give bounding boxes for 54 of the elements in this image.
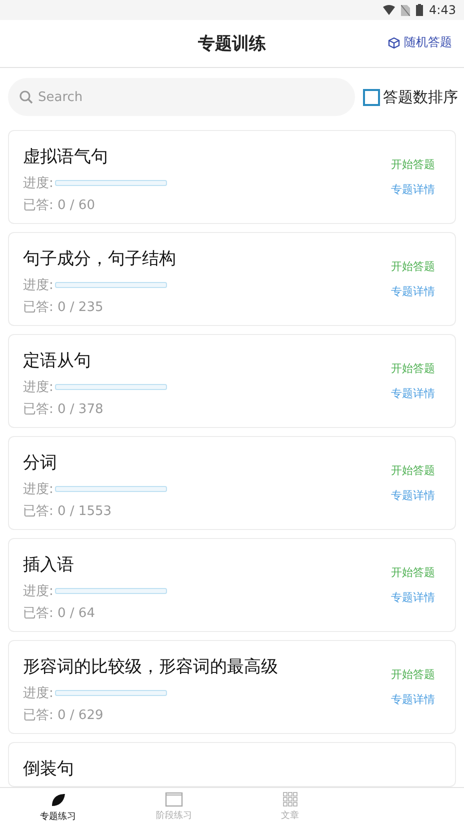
topic-details-link[interactable]: 专题详情 xyxy=(391,488,435,503)
answered-count: 已答: 0 / 378 xyxy=(23,401,104,418)
start-quiz-link[interactable]: 开始答题 xyxy=(391,667,435,682)
wifi-icon xyxy=(383,5,396,15)
topic-card[interactable]: 分词 进度: 已答: 0 / 1553 开始答题 专题详情 xyxy=(8,436,456,530)
start-quiz-link[interactable]: 开始答题 xyxy=(391,463,435,478)
random-quiz-button[interactable]: 随机答题 xyxy=(388,34,452,51)
nav-tab[interactable]: 专题练习 xyxy=(0,788,116,826)
progress-label: 进度: xyxy=(23,379,54,396)
search-field[interactable]: Search xyxy=(8,78,355,116)
grid-icon xyxy=(282,792,298,807)
topic-title: 倒装句 xyxy=(23,758,75,780)
clock-time: 4:43 xyxy=(429,3,456,17)
topic-card[interactable]: 虚拟语气句 进度: 已答: 0 / 60 开始答题 专题详情 xyxy=(8,130,456,224)
leaf-icon xyxy=(50,792,66,808)
answered-count: 已答: 0 / 235 xyxy=(23,299,104,316)
nav-tab[interactable]: 阶段练习 xyxy=(116,788,232,826)
progress-label: 进度: xyxy=(23,685,54,702)
topic-title: 分词 xyxy=(23,452,58,474)
progress-label: 进度: xyxy=(23,277,54,294)
start-quiz-link[interactable]: 开始答题 xyxy=(391,259,435,274)
topic-title: 形容词的比较级，形容词的最高级 xyxy=(23,656,279,678)
topic-card[interactable]: 插入语 进度: 已答: 0 / 64 开始答题 专题详情 xyxy=(8,538,456,632)
topic-card[interactable]: 形容词的比较级，形容词的最高级 进度: 已答: 0 / 629 开始答题 专题详情 xyxy=(8,640,456,734)
progress-label: 进度: xyxy=(23,481,54,498)
topic-details-link[interactable]: 专题详情 xyxy=(391,386,435,401)
topic-details-link[interactable]: 专题详情 xyxy=(391,284,435,299)
progress-label: 进度: xyxy=(23,583,54,600)
topic-card[interactable]: 句子成分，句子结构 进度: 已答: 0 / 235 开始答题 专题详情 xyxy=(8,232,456,326)
start-quiz-link[interactable]: 开始答题 xyxy=(391,565,435,580)
sort-label: 答题数排序 xyxy=(383,88,458,106)
cube-icon xyxy=(388,36,400,48)
topic-title: 虚拟语气句 xyxy=(23,146,109,168)
answered-count: 已答: 0 / 1553 xyxy=(23,503,113,520)
nav-tab[interactable]: 文章 xyxy=(232,788,348,826)
battery-icon xyxy=(416,4,424,16)
topic-details-link[interactable]: 专题详情 xyxy=(391,182,435,197)
topic-title: 句子成分，句子结构 xyxy=(23,248,177,270)
topic-card[interactable]: 定语从句 进度: 已答: 0 / 378 开始答题 专题详情 xyxy=(8,334,456,428)
start-quiz-link[interactable]: 开始答题 xyxy=(391,157,435,172)
checkbox[interactable] xyxy=(363,88,380,106)
topic-title: 插入语 xyxy=(23,554,75,576)
page-title: 专题训练 xyxy=(198,33,266,55)
start-quiz-link[interactable]: 开始答题 xyxy=(391,361,435,376)
window-icon xyxy=(165,792,183,807)
topic-title: 定语从句 xyxy=(23,350,92,372)
topic-card[interactable]: 倒装句 xyxy=(8,742,456,787)
answered-count: 已答: 0 / 64 xyxy=(23,605,96,622)
topic-details-link[interactable]: 专题详情 xyxy=(391,692,435,707)
no-sim-icon xyxy=(401,4,410,16)
answered-count: 已答: 0 / 60 xyxy=(23,197,96,214)
answered-count: 已答: 0 / 629 xyxy=(23,707,104,724)
progress-label: 进度: xyxy=(23,175,54,192)
topic-details-link[interactable]: 专题详情 xyxy=(391,590,435,605)
